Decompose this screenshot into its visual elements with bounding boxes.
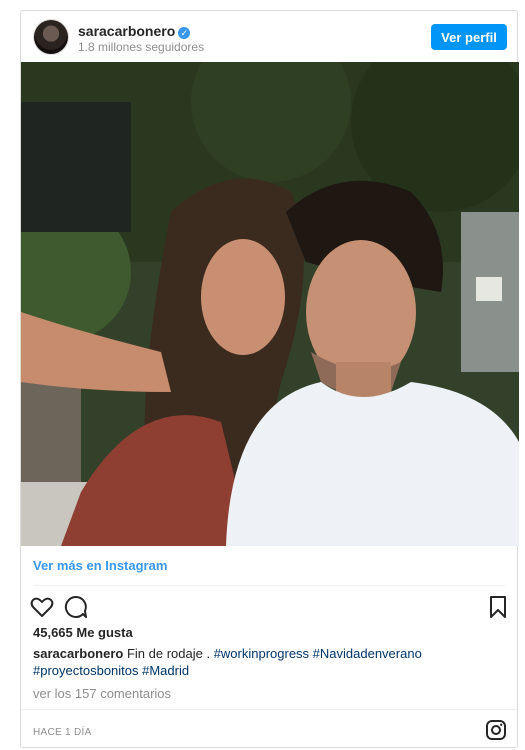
heart-icon[interactable] bbox=[29, 594, 55, 620]
avatar[interactable] bbox=[34, 20, 68, 54]
view-more-on-instagram-link[interactable]: Ver más en Instagram bbox=[33, 558, 167, 573]
comment-icon[interactable] bbox=[63, 594, 89, 620]
username[interactable]: saracarbonero ✓ bbox=[78, 23, 191, 39]
post-header: saracarbonero ✓ 1.8 millones seguidores V… bbox=[21, 11, 517, 62]
divider bbox=[21, 709, 517, 710]
caption-hashtags-line2[interactable]: #proyectosbonitos #Madrid bbox=[33, 663, 189, 678]
action-bar bbox=[29, 592, 511, 622]
view-profile-button[interactable]: Ver perfil bbox=[431, 24, 507, 50]
instagram-embed-card: saracarbonero ✓ 1.8 millones seguidores V… bbox=[20, 10, 519, 748]
caption-username[interactable]: saracarbonero bbox=[33, 646, 123, 661]
bookmark-icon[interactable] bbox=[485, 594, 511, 620]
verified-badge-icon: ✓ bbox=[178, 27, 191, 39]
photo-illustration bbox=[21, 62, 519, 546]
followers-count: 1.8 millones seguidores bbox=[78, 40, 205, 54]
caption-hashtags-line1[interactable]: #workinprogress #Navidadenverano bbox=[214, 646, 422, 661]
divider bbox=[33, 585, 505, 586]
post-caption: saracarbonero Fin de rodaje . #workinpro… bbox=[33, 645, 503, 679]
username-text: saracarbonero bbox=[78, 23, 176, 39]
post-photo[interactable] bbox=[21, 62, 519, 546]
likes-count[interactable]: 45,665 Me gusta bbox=[33, 625, 133, 640]
post-timestamp: HACE 1 DÍA bbox=[33, 727, 92, 738]
caption-text: Fin de rodaje . bbox=[126, 646, 211, 661]
view-comments-link[interactable]: ver los 157 comentarios bbox=[33, 686, 171, 701]
instagram-icon[interactable] bbox=[485, 719, 507, 741]
